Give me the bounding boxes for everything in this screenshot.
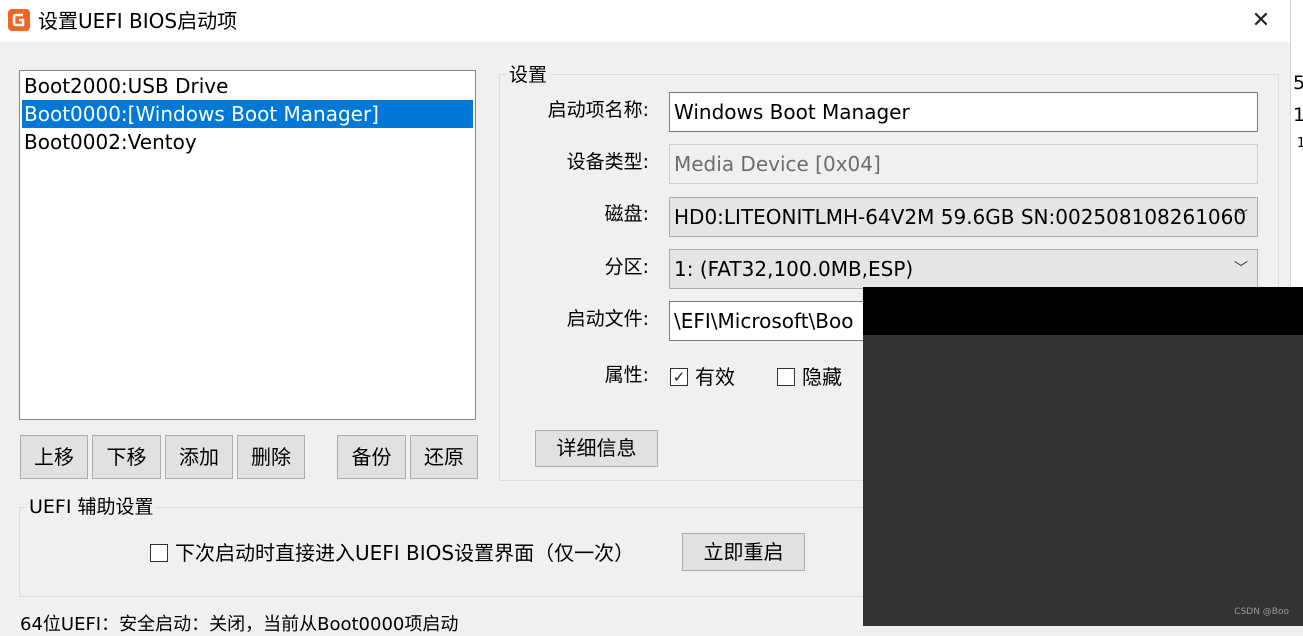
disk-label: 磁盘: [604,203,649,225]
disk-select[interactable]: HD0:LITEONITLMH-64V2M 59.6GB SN:00250810… [669,197,1258,237]
overlay-panel: CSDN @Boo [863,287,1303,626]
move-down-button[interactable]: 下移 [92,435,161,479]
device-type-label: 设备类型: [566,151,649,173]
partition-select[interactable]: 1: (FAT32,100.0MB,ESP) ﹀ [669,249,1258,289]
partition-select-value: 1: (FAT32,100.0MB,ESP) [674,257,914,281]
window-title: 设置UEFI BIOS启动项 [38,9,238,33]
background-text-fragment: 1 [1297,133,1303,155]
uefi-aux-group-title: UEFI 辅助设置 [26,494,157,520]
chevron-down-icon: ﹀ [1234,209,1248,225]
app-logo-icon [8,9,30,31]
details-button[interactable]: 详细信息 [535,430,658,467]
reboot-now-button[interactable]: 立即重启 [682,533,805,571]
delete-button[interactable]: 删除 [237,435,305,479]
disk-select-value: HD0:LITEONITLMH-64V2M 59.6GB SN:00250810… [674,205,1247,229]
settings-group-title: 设置 [506,63,551,87]
chevron-down-icon: ﹀ [1234,261,1248,277]
boot-list-item[interactable]: Boot2000:USB Drive [22,72,473,100]
status-text: 64位UEFI：安全启动：关闭，当前从Boot0000项启动 [20,614,459,635]
boot-name-label: 启动项名称: [547,99,649,121]
background-text-fragment: 10 [1293,104,1303,126]
boot-list-item[interactable]: Boot0002:Ventoy [22,128,473,156]
checkmark-icon: ✓ [672,368,686,386]
move-up-button[interactable]: 上移 [20,435,88,479]
hidden-checkbox[interactable] [777,368,795,386]
enter-setup-checkbox[interactable] [150,544,168,562]
boot-name-input[interactable]: Windows Boot Manager [669,92,1258,132]
hidden-label: 隐藏 [802,365,842,389]
overlay-top-bar [863,287,1303,335]
boot-list-item-selected[interactable]: Boot0000:[Windows Boot Manager] [22,100,473,128]
valid-checkbox[interactable]: ✓ [670,368,688,386]
device-type-field: Media Device [0x04] [669,144,1258,184]
backup-button[interactable]: 备份 [337,435,406,479]
partition-label: 分区: [604,256,649,278]
valid-label: 有效 [695,365,735,389]
add-button[interactable]: 添加 [165,435,233,479]
boot-file-label: 启动文件: [566,308,649,330]
attributes-label: 属性: [604,364,649,386]
close-icon: ✕ [1251,8,1271,33]
boot-entries-list[interactable]: Boot2000:USB Drive Boot0000:[Windows Boo… [19,70,476,420]
background-text-fragment: 52 [1293,72,1303,94]
title-bar: 设置UEFI BIOS启动项 ✕ [0,0,1290,42]
watermark-text: CSDN @Boo [1234,607,1289,617]
enter-setup-label: 下次启动时直接进入UEFI BIOS设置界面（仅一次） [175,541,635,565]
close-button[interactable]: ✕ [1246,6,1276,36]
restore-button[interactable]: 还原 [410,435,478,479]
